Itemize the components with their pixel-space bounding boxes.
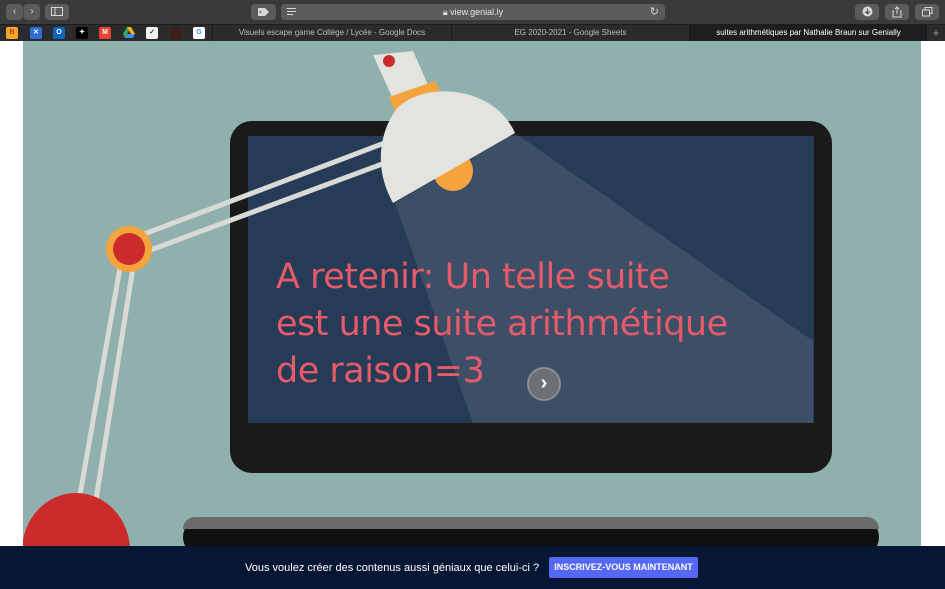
drive-icon[interactable] [123,27,135,39]
lamp-upper-arm [130,136,396,242]
address-bar[interactable]: 🔒︎ view.genial.ly ↻ [281,4,665,20]
url-text: 🔒︎ view.genial.ly [442,7,504,17]
app-icon-3[interactable]: ✦ [76,27,88,39]
download-icon[interactable] [855,4,879,20]
reload-icon[interactable]: ↻ [650,5,659,19]
lamp-joint [113,233,145,265]
sidebar-icon[interactable] [45,4,69,20]
next-button[interactable]: › [527,367,561,401]
forward-button[interactable]: › [23,4,40,20]
tabs-overview-icon[interactable] [915,4,939,20]
app-icon-4[interactable]: ✓ [146,27,158,39]
signup-banner: Vous voulez créer des contenus aussi gén… [0,546,945,589]
app-icon-5[interactable] [170,27,182,39]
gmail-icon[interactable]: M [99,27,111,39]
lamp-knob [383,55,395,67]
tab-docs[interactable]: Visuels escape game Collège / Lycée - Go… [212,25,451,41]
page-content: A retenir: Un telle suite est une suite … [0,41,945,584]
tab-bar: B ✕ O ✦ M ✓ G Visuels escape game Collèg… [0,24,945,41]
banner-text: Vous voulez créer des contenus aussi gén… [245,562,540,574]
back-button[interactable]: ‹ [6,4,23,20]
tab-sheets[interactable]: EG 2020-2021 - Google Sheets [451,25,689,41]
lamp-upper-arm-2 [136,154,402,258]
new-tab-button[interactable]: + [926,25,945,41]
app-icon-2[interactable]: ✕ [30,27,42,39]
genially-slide: A retenir: Un telle suite est une suite … [23,41,921,546]
tab-genially[interactable]: suites arithmétiques par Nathalie Braun … [689,25,927,41]
signup-button[interactable]: INSCRIVEZ-VOUS MAINTENANT [549,557,698,578]
browser-toolbar: ‹ › 🔒︎ view.genial.ly ↻ [0,0,945,24]
share-icon[interactable] [885,4,909,20]
lamp-base [23,493,130,546]
google-icon[interactable]: G [193,27,205,39]
app-icon-1[interactable]: B [6,27,18,39]
outlook-icon[interactable]: O [53,27,65,39]
tag-icon[interactable] [251,4,276,20]
